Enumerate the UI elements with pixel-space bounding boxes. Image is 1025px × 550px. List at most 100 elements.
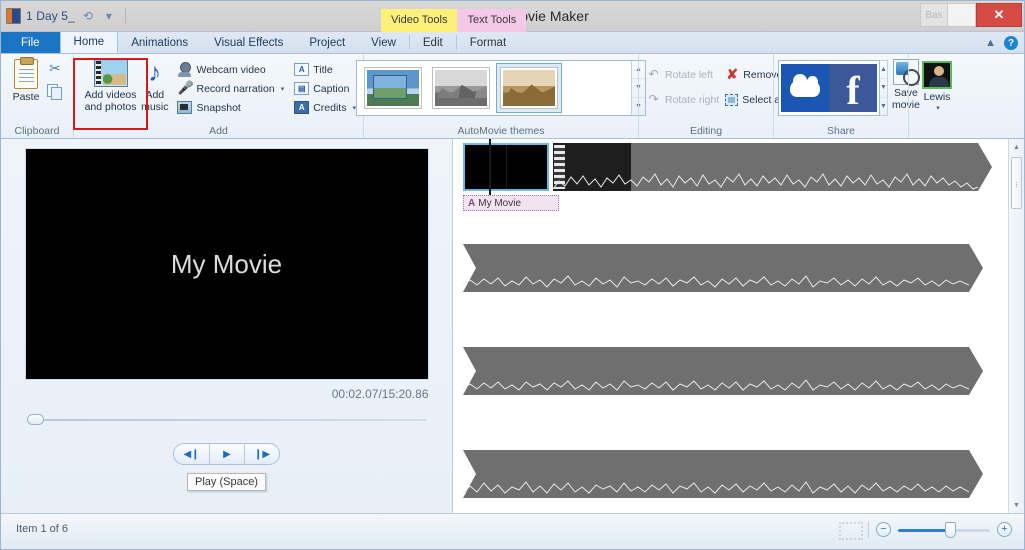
theme-item-sepia[interactable] [496, 63, 562, 113]
transport-controls: ◀❙ ▶ ❙▶ [173, 443, 280, 465]
cloud-icon [790, 80, 820, 97]
paste-button[interactable]: Paste [5, 57, 47, 104]
onedrive-tile[interactable] [781, 64, 829, 112]
scissors-icon[interactable]: ✂ [47, 61, 63, 77]
chevron-down-icon[interactable]: ▾ [101, 8, 117, 24]
seek-track[interactable] [35, 419, 427, 421]
tab-file[interactable]: File [1, 32, 60, 53]
zoom-in-button[interactable]: + [997, 522, 1012, 537]
add-music-button[interactable]: ♪ Add music [137, 57, 172, 113]
video-clip-3[interactable] [463, 347, 969, 395]
preview-monitor[interactable]: My Movie [25, 148, 429, 380]
video-clip-4[interactable] [463, 450, 969, 498]
undo-icon[interactable]: ⟲ [80, 8, 96, 24]
video-tools-header[interactable]: Video Tools [381, 9, 457, 32]
theme-item-default[interactable] [360, 63, 426, 113]
window-controls: Bas ✕ [920, 3, 1022, 27]
next-frame-button[interactable]: ❙▶ [244, 444, 279, 464]
account-label: Lewis [924, 92, 951, 104]
copy-icon[interactable] [47, 83, 63, 99]
avatar-icon [922, 61, 952, 89]
zoom-slider[interactable] [898, 522, 990, 538]
caption-icon: ▤ [294, 82, 309, 95]
automovie-themes-gallery[interactable]: ▲ ▼ ▼ [356, 60, 646, 116]
tab-animations[interactable]: Animations [118, 32, 201, 53]
photo-video-icon [94, 59, 128, 87]
qat-divider [125, 8, 126, 24]
select-all-icon [725, 94, 738, 106]
timeline-row-2 [463, 244, 969, 292]
share-scroll-down-icon[interactable]: ▼ [880, 78, 887, 96]
clip-arrow-1 [978, 143, 992, 191]
theme-item-black-and-white[interactable] [428, 63, 494, 113]
audio-waveform-2 [463, 268, 969, 292]
webcam-icon [177, 62, 192, 77]
chevron-up-icon[interactable]: ▲ [985, 37, 996, 49]
snapshot-label: Snapshot [196, 102, 240, 114]
seek-bar[interactable] [27, 413, 427, 427]
zoom-track-empty [950, 529, 990, 532]
rotate-right-button[interactable]: ↷ Rotate right [643, 90, 722, 109]
scroll-down-icon[interactable]: ▼ [1009, 497, 1024, 513]
rotate-right-label: Rotate right [665, 94, 719, 106]
snapshot-icon [177, 101, 192, 114]
scroll-up-icon[interactable]: ▲ [1009, 139, 1024, 155]
share-more-icon[interactable]: ▼ [880, 97, 887, 115]
audio-waveform-4 [463, 474, 969, 498]
app-icon [6, 8, 21, 24]
title-bar: 1 Day 5_ ⟲ ▾ My Movie - Movie Maker Vide… [1, 1, 1024, 32]
caption-clip[interactable]: A My Movie [463, 195, 559, 211]
tab-format[interactable]: Format [457, 32, 519, 53]
ribbon-group-share: f ▲ ▼ ▼ Save movie Share [773, 54, 908, 138]
zoom-slider-thumb[interactable] [945, 522, 956, 538]
timeline-row-4 [463, 450, 969, 498]
add-videos-and-photos-button[interactable]: Add videos and photos [84, 57, 137, 113]
add-videos-label-2: and photos [85, 102, 137, 114]
title-clip[interactable] [463, 143, 549, 191]
account-button[interactable]: Lewis ▾ [913, 57, 961, 112]
title-button[interactable]: A Title [291, 60, 359, 79]
rotate-left-button[interactable]: ↶ Rotate left [643, 65, 722, 84]
share-gallery[interactable]: f [778, 60, 880, 116]
tab-view[interactable]: View [358, 32, 409, 53]
facebook-tile[interactable]: f [829, 64, 877, 112]
timeline-row-3 [463, 347, 969, 395]
qat-project-label: 1 Day 5_ [26, 9, 75, 23]
caption-button[interactable]: ▤ Caption [291, 79, 359, 98]
add-music-label-1: Add [145, 90, 164, 102]
share-scroll-up-icon[interactable]: ▲ [880, 61, 887, 78]
share-scrollbar[interactable]: ▲ ▼ ▼ [880, 60, 888, 116]
ribbon-group-account: Lewis ▾ [908, 54, 965, 138]
record-narration-button[interactable]: 🎤 Record narration ▾ [174, 79, 287, 98]
webcam-video-button[interactable]: Webcam video [174, 60, 287, 79]
tab-home[interactable]: Home [60, 31, 119, 53]
video-clip-2[interactable] [463, 244, 969, 292]
timeline-pane[interactable]: A My Movie [453, 139, 1024, 513]
clipboard-icon [14, 59, 38, 89]
black-and-white-theme-thumbnail [432, 67, 490, 109]
close-button[interactable]: ✕ [976, 3, 1022, 27]
snapshot-button[interactable]: Snapshot [174, 98, 287, 117]
previous-frame-button[interactable]: ◀❙ [174, 444, 209, 464]
scrollbar-thumb[interactable] [1011, 157, 1022, 209]
tab-visual-effects[interactable]: Visual Effects [201, 32, 296, 53]
video-clip-1[interactable] [553, 143, 978, 191]
record-narration-caret-icon[interactable]: ▾ [281, 85, 285, 93]
zoom-out-button[interactable]: − [876, 522, 891, 537]
theme-item-blank[interactable] [564, 63, 628, 113]
maximize-button[interactable] [948, 3, 976, 27]
help-icon[interactable]: ? [1004, 36, 1018, 50]
status-bar-right: − + [839, 514, 1012, 545]
text-tools-header[interactable]: Text Tools [457, 9, 526, 32]
tab-project[interactable]: Project [296, 32, 358, 53]
fit-to-window-icon[interactable] [839, 522, 861, 538]
timeline-vertical-scrollbar[interactable]: ▲ ▼ [1008, 139, 1024, 513]
credits-button[interactable]: A Credits ▾ [291, 98, 359, 117]
tab-edit[interactable]: Edit [410, 32, 456, 53]
minimize-button[interactable]: Bas [920, 3, 948, 27]
account-caret-icon[interactable]: ▾ [936, 104, 940, 112]
seek-thumb[interactable] [27, 414, 44, 425]
editing-group-label: Editing [643, 124, 769, 138]
default-theme-thumbnail [364, 67, 422, 109]
play-button[interactable]: ▶ [209, 444, 244, 464]
